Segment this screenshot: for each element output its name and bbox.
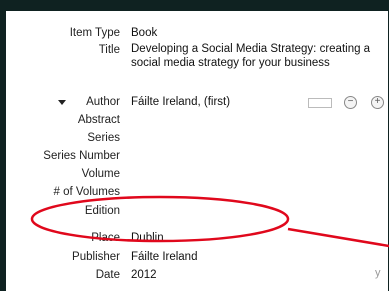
field-row-author[interactable]: Author Fáilte Ireland, (first) − +: [6, 95, 388, 112]
publisher-value[interactable]: Fáilte Ireland: [131, 250, 381, 265]
date-value[interactable]: 2012: [131, 268, 381, 283]
field-row-item-type[interactable]: Item Type Book: [6, 26, 388, 43]
field-row-num-volumes[interactable]: # of Volumes: [6, 185, 388, 202]
title-value[interactable]: Developing a Social Media Strategy: crea…: [131, 43, 381, 70]
field-row-place[interactable]: Place Dublin: [6, 231, 388, 248]
series-label: Series: [87, 132, 120, 144]
author-label: Author: [86, 96, 120, 108]
plus-circle-icon[interactable]: +: [371, 96, 384, 109]
field-row-volume[interactable]: Volume: [6, 167, 388, 184]
place-label: Place: [91, 232, 120, 244]
volume-label: Volume: [81, 168, 120, 180]
series-number-label: Series Number: [43, 150, 120, 162]
field-row-abstract[interactable]: Abstract: [6, 113, 388, 130]
item-type-value[interactable]: Book: [131, 26, 381, 41]
field-row-title[interactable]: Title Developing a Social Media Strategy…: [6, 43, 388, 91]
title-label: Title: [98, 44, 120, 56]
truncated-text: y: [375, 267, 381, 279]
field-row-series[interactable]: Series: [6, 131, 388, 148]
field-row-publisher[interactable]: Publisher Fáilte Ireland: [6, 250, 388, 267]
item-type-label: Item Type: [69, 27, 120, 39]
field-row-series-number[interactable]: Series Number: [6, 149, 388, 166]
field-row-date[interactable]: Date 2012: [6, 268, 388, 285]
date-label: Date: [95, 269, 120, 281]
publisher-label: Publisher: [72, 251, 120, 263]
field-row-edition[interactable]: Edition: [6, 204, 388, 221]
num-volumes-label: # of Volumes: [53, 186, 120, 198]
creator-mode-field[interactable]: [308, 98, 332, 108]
minus-circle-icon[interactable]: −: [344, 96, 357, 109]
edition-label: Edition: [84, 205, 120, 217]
place-value[interactable]: Dublin: [131, 231, 381, 246]
item-info-pane: Item Type Book Title Developing a Social…: [6, 11, 388, 291]
abstract-label: Abstract: [77, 114, 120, 126]
